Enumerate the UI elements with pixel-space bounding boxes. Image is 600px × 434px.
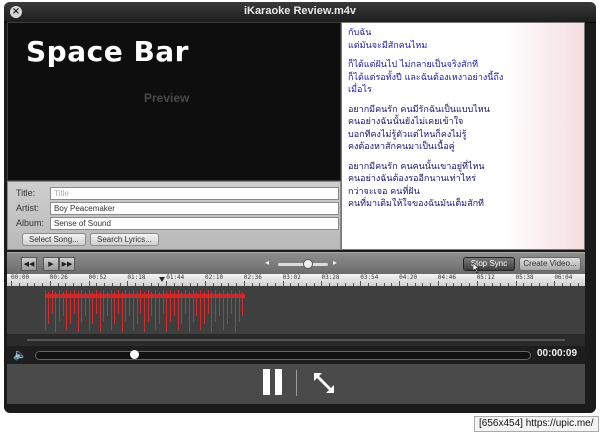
sync-clip-mark [211, 292, 212, 332]
album-row: Album: Sense of Sound [8, 217, 342, 230]
tick-label: 02:10 [205, 274, 224, 281]
stop-sync-button[interactable]: Stop Sync [463, 257, 515, 271]
create-video-button[interactable]: Create Video... [519, 257, 581, 271]
video-preview: Space Bar Preview [7, 22, 341, 181]
sync-clip-mark [166, 292, 167, 332]
tick-label: 01:44 [166, 274, 185, 281]
metadata-panel: Title: Title Artist: Boy Peacemaker Albu… [7, 181, 341, 250]
lyrics-sync-clips[interactable] [45, 290, 245, 332]
artist-label: Artist: [16, 203, 40, 213]
sync-clip-mark [144, 292, 145, 332]
sync-clip-mark [78, 292, 79, 332]
tick-label: 00:52 [88, 274, 107, 281]
tick-label: 03:28 [321, 274, 340, 281]
tick-label: 05:12 [476, 274, 495, 281]
lyric-line: คงต้องหาสักคนมาเป็นเนื้อคู่ [348, 142, 455, 152]
sync-clip-mark [122, 292, 123, 332]
rewind-button[interactable]: ◀◀ [21, 257, 37, 271]
tick-label: 03:54 [360, 274, 379, 281]
window-title: iKaraoke Review.m4v [243, 5, 357, 17]
tick-label: 00:00 [11, 274, 30, 281]
lyrics-track[interactable] [7, 286, 585, 334]
fullscreen-expand-icon[interactable] [310, 369, 338, 397]
title-row: Title: Title [8, 187, 342, 200]
lyric-line: แต่มันจะมีสักคนไหม [348, 40, 428, 51]
title-bar: × iKaraoke Review.m4v [4, 2, 596, 23]
album-label: Album: [16, 218, 45, 228]
tick-label: 00:26 [49, 274, 68, 281]
volume-high-icon: ▸ [333, 258, 338, 267]
tick-label: 03:02 [282, 274, 301, 281]
speed-slider-knob[interactable] [303, 259, 313, 269]
playhead-marker[interactable] [159, 277, 165, 282]
tick-label: 04:46 [437, 274, 456, 281]
volume-low-icon: ◂ [265, 258, 270, 267]
sync-clip-mark [235, 292, 236, 332]
elapsed-time: 00:00:09 [537, 348, 578, 359]
tick-label: 01:18 [127, 274, 146, 281]
tick-label: 06:04 [554, 274, 573, 281]
tick-label: 02:36 [243, 274, 262, 281]
overview-bar [7, 334, 585, 346]
forward-button[interactable]: ▶▶ [59, 257, 75, 271]
play-button[interactable]: ▶ [43, 257, 59, 271]
timeline[interactable]: 00:00 00:26 00:52 01:18 01:44 02:10 02:36 03:02… [7, 274, 585, 334]
sync-clip-mark [189, 292, 190, 332]
title-label: Title: [16, 188, 36, 198]
mouse-pointer-icon [473, 263, 480, 273]
artist-input[interactable]: Boy Peacemaker [50, 202, 339, 215]
controls-divider [296, 370, 297, 396]
scrub-track[interactable] [35, 351, 531, 360]
lyrics-panel[interactable]: กับฉัน แต่มันจะมีสักคนไหม ก็ได้แต่ฝันไป ไม… [341, 22, 585, 250]
playback-controls [7, 364, 585, 404]
sync-clip-mark [100, 292, 101, 332]
preview-label: Preview [144, 91, 190, 105]
select-song-button[interactable]: Select Song... [22, 233, 86, 246]
title-input[interactable]: Title [50, 187, 339, 200]
watermark: [656x454] https://upic.me/ [474, 416, 599, 432]
artist-row: Artist: Boy Peacemaker [8, 202, 342, 215]
overview-track[interactable] [27, 339, 565, 341]
tick-label: 04:20 [399, 274, 418, 281]
lyric-line: คนที่มาเติมให้ใจของฉันมันเต็มสักที [348, 199, 484, 209]
search-lyrics-button[interactable]: Search Lyrics... [90, 233, 159, 246]
lyrics-highlight [504, 23, 584, 249]
tick-label: 05:38 [515, 274, 534, 281]
scrub-bar: 🔈 00:00:09 [7, 346, 585, 364]
speaker-icon[interactable]: 🔈 [13, 348, 27, 361]
sync-clip-mark [55, 292, 56, 332]
control-bar: ◀◀ ▶ ▶▶ ◂ ▸ Stop Sync Create Video... [7, 252, 585, 275]
video-title-text: Space Bar [26, 35, 189, 68]
album-input[interactable]: Sense of Sound [50, 217, 339, 230]
sync-clip-band [45, 294, 245, 298]
lyric-line: เมื่อไร [348, 85, 372, 95]
pause-icon[interactable] [261, 369, 285, 395]
